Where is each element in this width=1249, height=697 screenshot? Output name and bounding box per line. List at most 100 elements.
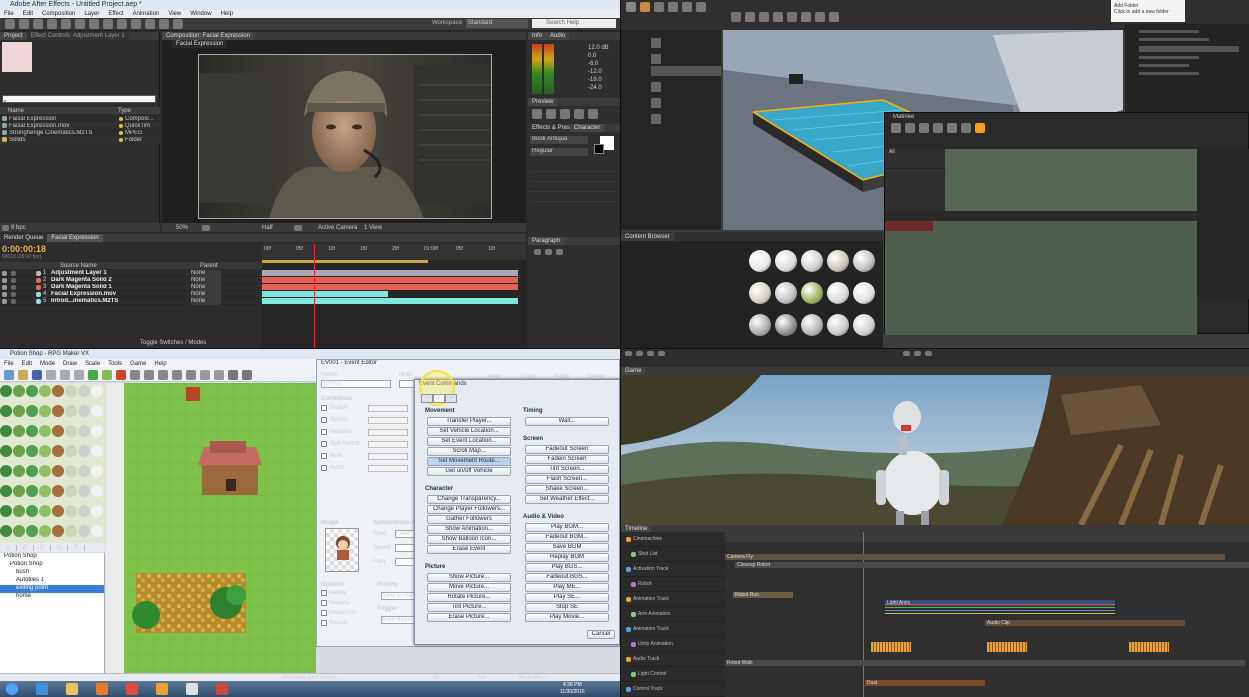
command-button[interactable]: Transfer Player... [427, 417, 511, 426]
play-icon[interactable] [905, 123, 915, 133]
eject-icon[interactable] [829, 12, 839, 22]
work-area-bar[interactable] [262, 260, 428, 263]
shadow-pen-icon[interactable] [186, 369, 196, 380]
material-thumbnail[interactable] [801, 250, 823, 272]
menu-item-window[interactable]: Window [190, 10, 211, 18]
layer-parent[interactable]: None [191, 276, 221, 284]
workspace-select[interactable]: Standard [466, 19, 528, 28]
audio-tab[interactable]: Audio [546, 32, 570, 40]
event-name-input[interactable]: EV001 [321, 380, 391, 388]
selected-actor-row[interactable] [651, 66, 721, 76]
pause-icon[interactable] [801, 12, 811, 22]
game-view[interactable] [621, 375, 1249, 525]
command-tab-3[interactable]: 3 [445, 394, 457, 403]
first-frame-icon[interactable] [532, 109, 542, 119]
tile-swatch[interactable] [39, 505, 51, 517]
material-thumbnail[interactable] [749, 282, 771, 304]
condition-select[interactable] [368, 416, 408, 424]
command-button[interactable]: Change Player Followers... [427, 505, 511, 514]
trash-icon[interactable] [2, 224, 9, 231]
layer-bar-3[interactable] [262, 284, 518, 290]
tile-swatch[interactable] [78, 445, 90, 457]
marketplace-icon[interactable] [668, 2, 678, 12]
menu-item-mode[interactable]: Mode [40, 361, 55, 367]
timeline-tab-1[interactable]: Facial Expression [47, 234, 103, 242]
fill-icon[interactable] [172, 369, 182, 380]
tile-swatch[interactable] [39, 405, 51, 417]
map-tree-item[interactable]: bush [0, 569, 104, 577]
audio-waveform[interactable] [871, 642, 911, 652]
settings-icon[interactable] [682, 2, 692, 12]
visibility-icon[interactable] [2, 291, 7, 297]
tile-swatch[interactable] [91, 405, 103, 417]
tile-swatch[interactable] [78, 525, 90, 537]
command-tab-1[interactable]: 1 [421, 394, 433, 403]
tile-swatch[interactable] [13, 485, 25, 497]
hand-tool-icon[interactable] [19, 19, 29, 29]
tile-swatch[interactable] [13, 465, 25, 477]
option-checkbox[interactable]: ✓ [321, 590, 327, 596]
timeline-track-row[interactable]: Robot [621, 577, 725, 592]
condition-checkbox[interactable] [321, 405, 327, 411]
lock-icon[interactable] [11, 298, 16, 304]
tile-swatch[interactable] [65, 445, 77, 457]
tile-swatch[interactable] [78, 505, 90, 517]
event-layer-icon[interactable] [116, 369, 126, 380]
material-thumbnail[interactable] [775, 314, 797, 336]
tile-swatch[interactable] [13, 445, 25, 457]
name-header[interactable]: Name [0, 108, 118, 114]
visibility-icon[interactable] [2, 298, 7, 304]
layer-parent[interactable]: None [191, 290, 221, 298]
pencil-icon[interactable] [130, 369, 140, 380]
command-button[interactable]: Tint Picture... [427, 603, 511, 612]
add-key-icon[interactable] [891, 123, 901, 133]
reverse-icon[interactable] [947, 123, 957, 133]
last-frame-icon[interactable] [588, 109, 598, 119]
tile-swatch[interactable] [0, 385, 12, 397]
menu-item-help[interactable]: Help [154, 361, 166, 367]
tile-swatch[interactable] [52, 445, 64, 457]
tile-swatch[interactable] [39, 445, 51, 457]
resolution-select[interactable]: Half [262, 225, 292, 231]
tile-swatch[interactable] [52, 525, 64, 537]
material-thumbnail[interactable] [827, 250, 849, 272]
timeline-tab-0[interactable]: Render Queue [0, 234, 48, 242]
zoom-in-icon[interactable] [200, 369, 210, 380]
command-button[interactable]: Play BGM... [525, 523, 609, 532]
timeline-clip[interactable]: Audio Clip [985, 620, 1185, 626]
menu-item-draw[interactable]: Draw [63, 361, 77, 367]
tile-swatch[interactable] [52, 505, 64, 517]
region-icon[interactable] [294, 224, 302, 231]
comp-subtab[interactable]: Facial Expression [172, 40, 228, 48]
priority-select[interactable]: Same as characters [381, 592, 415, 600]
command-button[interactable]: Erase Event [427, 545, 511, 554]
system-clock[interactable]: 4:36 PM 11/30/2016 [560, 682, 585, 696]
tile-swatch[interactable] [13, 525, 25, 537]
source-control-icon[interactable] [640, 2, 650, 12]
map-tree-item[interactable]: exiting point [0, 585, 104, 593]
tile-swatch[interactable] [0, 445, 12, 457]
composition-tab[interactable]: Composition: Facial Expression [162, 32, 255, 40]
tileset-tab-d[interactable]: D [51, 544, 68, 551]
actor-icon[interactable] [651, 114, 661, 124]
menu-item-file[interactable]: File [4, 361, 14, 367]
tile-swatch[interactable] [91, 425, 103, 437]
command-button[interactable]: Flash Screen... [525, 475, 609, 484]
command-button[interactable]: Play Movie... [525, 613, 609, 622]
script-icon[interactable] [242, 369, 252, 380]
option-checkbox[interactable]: ✓ [321, 600, 327, 606]
menu-item-view[interactable]: View [168, 10, 181, 18]
chrome-icon[interactable] [126, 683, 138, 695]
source-name-header[interactable]: Source Name [60, 263, 200, 269]
effect-controls-tab[interactable]: Effect Controls: Adjustment Layer 1 [26, 32, 129, 40]
command-button[interactable]: Gather Followers [427, 515, 511, 524]
parent-header[interactable]: Parent [200, 263, 218, 269]
lock-icon[interactable] [11, 277, 16, 283]
option-checkbox[interactable] [321, 620, 327, 626]
command-button[interactable]: Rotate Picture... [427, 593, 511, 602]
camera-icon[interactable] [961, 123, 971, 133]
stamp-tool-icon[interactable] [145, 19, 155, 29]
command-button[interactable]: Set Event Location... [427, 437, 511, 446]
material-thumbnail[interactable] [749, 250, 771, 272]
tile-swatch[interactable] [91, 525, 103, 537]
